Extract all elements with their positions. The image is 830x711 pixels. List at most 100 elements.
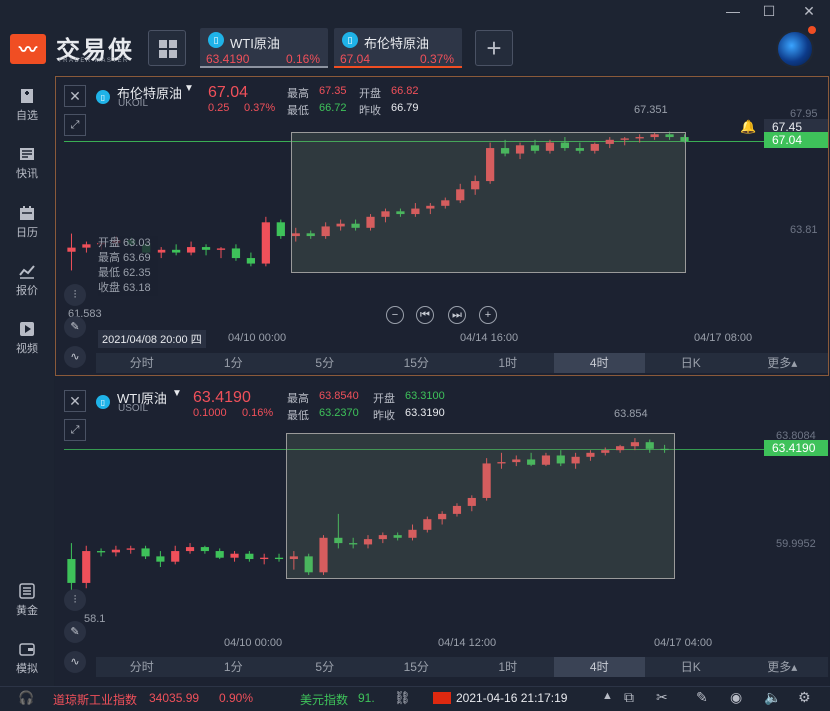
grid-icon <box>159 40 177 58</box>
sidebar-item-demo[interactable]: 模拟 <box>0 641 54 676</box>
headset-icon[interactable]: 🎧 <box>18 690 34 706</box>
timeframe-tab[interactable]: 日K <box>645 657 737 677</box>
sidebar-item-video[interactable]: 视频 <box>0 321 54 356</box>
candle <box>111 545 120 557</box>
quote-tab-brent[interactable]: ▯ 布伦特原油 67.04 0.37% <box>334 28 462 68</box>
quote-tab-change: 0.37% <box>419 52 454 66</box>
chevron-up-icon[interactable]: ▲ <box>602 690 613 702</box>
candle <box>245 551 254 562</box>
chevron-down-icon[interactable]: ▼ <box>172 388 182 399</box>
candle <box>82 241 91 253</box>
open-value: 63.3100 <box>405 390 445 402</box>
sidebar-item-news[interactable]: 快讯 <box>0 146 54 181</box>
candle <box>201 244 211 256</box>
minimize-button[interactable]: — <box>722 2 744 20</box>
indicator-tool-icon[interactable]: ⫶ <box>64 589 86 611</box>
candle <box>96 548 106 557</box>
settings-gear-icon[interactable]: ⚙ <box>798 689 811 706</box>
candle-body <box>156 556 165 562</box>
step-back-button[interactable]: ⏮ <box>416 306 434 324</box>
sidebar-item-quotes[interactable]: 报价 <box>0 263 54 298</box>
timeframe-tab[interactable]: 分时 <box>96 353 188 373</box>
index1-value: 34035.99 <box>149 691 200 705</box>
indicator-tool-icon[interactable]: ⫶ <box>64 284 86 306</box>
selection-range[interactable] <box>291 132 686 273</box>
timeframe-tab[interactable]: 1时 <box>462 353 554 373</box>
selection-range[interactable] <box>286 433 675 579</box>
sidebar-item-label: 自选 <box>16 110 38 122</box>
index1-name[interactable]: 道琼斯工业指数 <box>53 691 137 708</box>
timeframe-tab[interactable]: 1分 <box>188 657 280 677</box>
draw-pen-icon[interactable]: ✎ <box>64 316 86 338</box>
camera-icon[interactable]: ◉ <box>730 689 742 706</box>
chart-line-icon <box>19 265 35 279</box>
price-change: 0.1000 <box>193 407 227 419</box>
candle <box>246 252 256 267</box>
wave-tool-icon[interactable]: ∿ <box>64 346 86 368</box>
candle-body <box>245 553 254 560</box>
timeframe-tab[interactable]: 5分 <box>279 657 371 677</box>
wallet-icon <box>19 643 35 656</box>
candle-body <box>260 557 269 560</box>
zoom-in-button[interactable]: + <box>479 306 497 324</box>
timeframe-tab[interactable]: 1分 <box>188 353 280 373</box>
zoom-out-button[interactable]: − <box>386 306 404 324</box>
close-window-button[interactable]: ✕ <box>798 2 820 20</box>
speaker-icon[interactable]: 🔈 <box>764 689 781 706</box>
avatar[interactable] <box>776 30 814 68</box>
chevron-down-icon[interactable]: ▼ <box>184 83 194 94</box>
candle-body <box>215 551 224 558</box>
timeframe-tab[interactable]: 5分 <box>279 353 371 373</box>
layout-grid-button[interactable] <box>148 30 186 66</box>
close-panel-button[interactable]: ✕ <box>64 390 86 412</box>
tools-icon[interactable]: ✂ <box>656 689 668 706</box>
candle-body <box>231 248 241 259</box>
candle-body <box>171 551 180 562</box>
timeframe-tab[interactable]: 15分 <box>371 657 463 677</box>
timeframe-tab[interactable]: 15分 <box>371 353 463 373</box>
quote-tab-name: 布伦特原油 <box>364 36 430 51</box>
timeframe-tab[interactable]: 1时 <box>462 657 554 677</box>
draw-pen-icon[interactable]: ✎ <box>64 621 86 643</box>
candle <box>274 553 284 562</box>
candle-body <box>82 551 91 583</box>
tooltip-low: 最低 62.35 <box>98 267 151 279</box>
candle <box>231 244 241 261</box>
time-label: 04/14 16:00 <box>460 332 519 344</box>
wave-tool-icon[interactable]: ∿ <box>64 651 86 673</box>
timeframe-tab[interactable]: 分时 <box>96 657 188 677</box>
maximize-button[interactable]: ☐ <box>758 2 780 20</box>
screenshot-icon[interactable]: ⧉ <box>624 689 634 706</box>
timeframe-bar: 分时 1分 5分 15分 1时 4时 日K 更多▴ <box>96 353 828 373</box>
timeframe-tab-active[interactable]: 4时 <box>553 657 645 677</box>
link-icon[interactable]: ⛓ <box>394 690 411 706</box>
candle <box>261 216 270 267</box>
timeframe-more[interactable]: 更多▴ <box>737 657 829 677</box>
sidebar-item-calendar[interactable]: 日历 <box>0 205 54 240</box>
china-flag-icon <box>433 692 451 704</box>
high-value: 63.8540 <box>319 390 359 402</box>
timeframe-tab-active[interactable]: 4时 <box>553 353 645 373</box>
sidebar-item-gold[interactable]: 黄金 <box>0 583 54 618</box>
quote-tab-wti[interactable]: ▯ WTI原油 63.4190 0.16% <box>200 28 328 68</box>
timeframe-more[interactable]: 更多▴ <box>737 353 829 373</box>
timeframe-tab[interactable]: 日K <box>645 353 737 373</box>
step-forward-button[interactable]: ⏭ <box>448 306 466 324</box>
quote-tab-underline <box>334 66 462 68</box>
candle <box>126 545 135 554</box>
sidebar-item-label: 日历 <box>16 227 38 239</box>
symbol-code: UKOIL <box>118 98 149 109</box>
add-tab-button[interactable]: + <box>475 30 513 66</box>
prev-close-value: 63.3190 <box>405 407 445 419</box>
quote-tab-underline <box>200 66 328 68</box>
close-panel-button[interactable]: ✕ <box>64 85 86 107</box>
edit-icon[interactable]: ✎ <box>696 689 708 706</box>
current-price: 63.4190 <box>193 389 251 406</box>
sidebar-item-watchlist[interactable]: 自选 <box>0 88 54 123</box>
candle <box>156 551 165 567</box>
index2-name[interactable]: 美元指数 <box>300 691 348 708</box>
time-label: 04/17 04:00 <box>654 637 713 649</box>
alert-bell-icon[interactable]: 🔔 <box>740 119 756 135</box>
candle-body <box>126 548 135 550</box>
candle-body <box>172 249 181 253</box>
